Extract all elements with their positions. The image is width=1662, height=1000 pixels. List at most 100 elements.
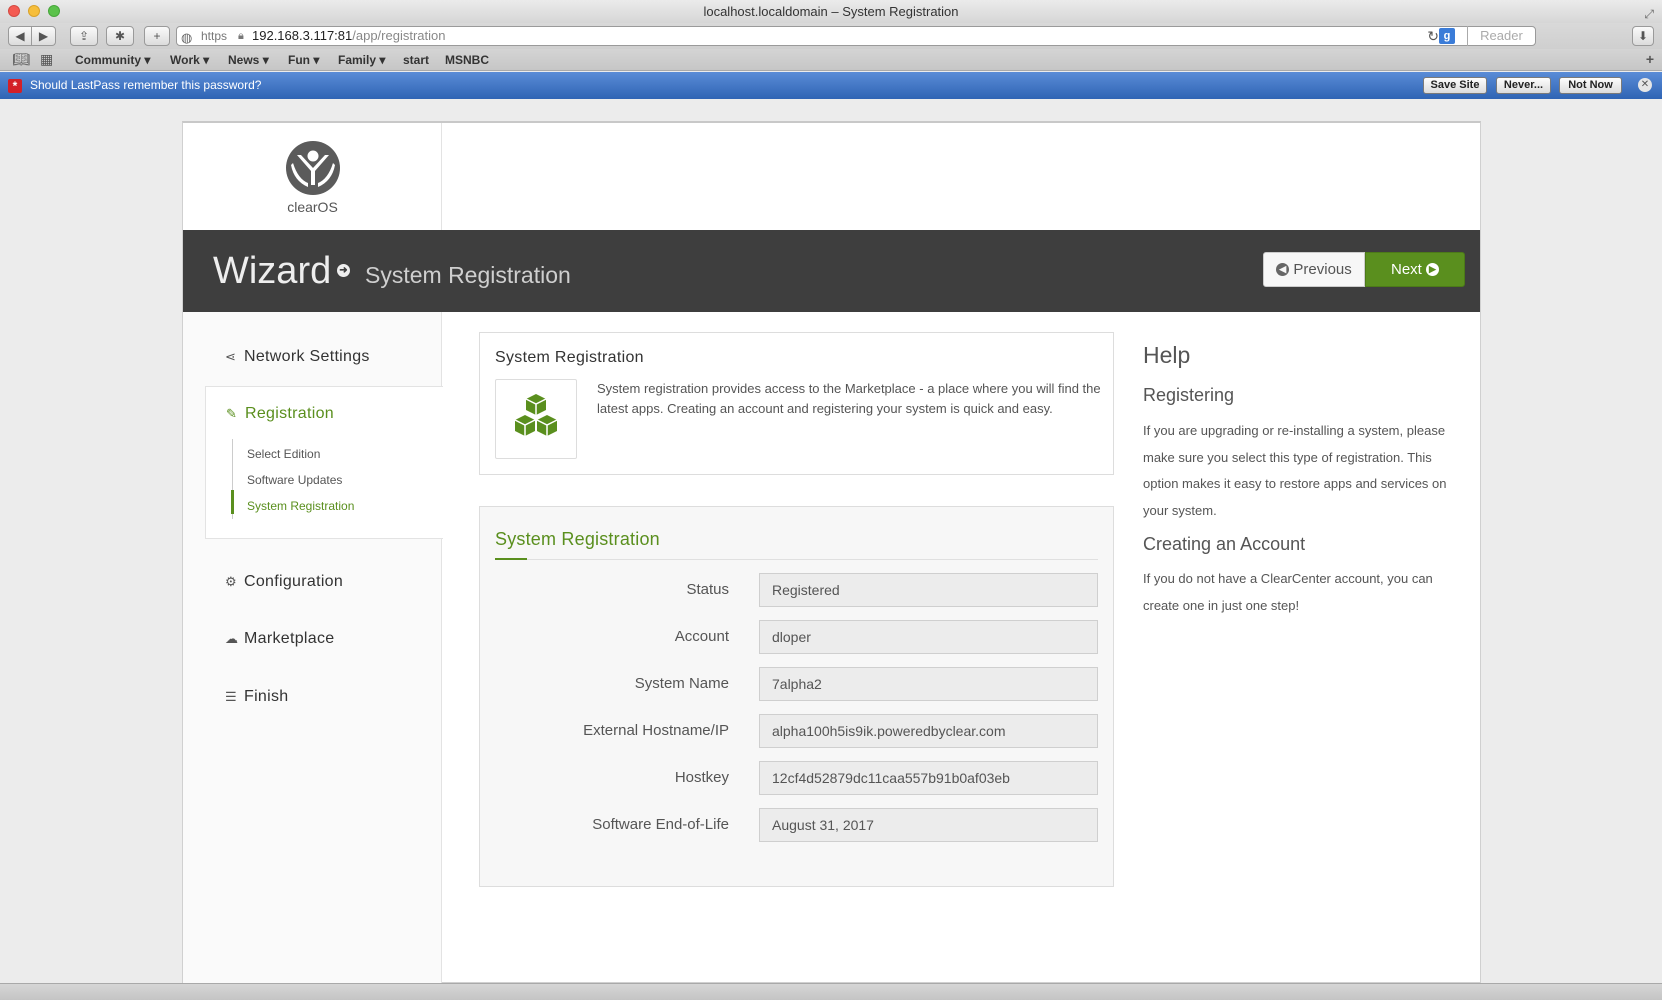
sidebar-item-network-settings[interactable]: ⋖ Network Settings — [225, 348, 370, 366]
arrow-right-circle-icon: ▶ — [1426, 262, 1439, 276]
app-icon-frame — [495, 379, 577, 459]
form-title: System Registration — [495, 529, 660, 549]
form-divider-accent — [495, 558, 527, 560]
sidebar-item-registration[interactable]: ✎ Registration — [226, 405, 334, 423]
lastpass-notification-bar: * Should LastPass remember this password… — [0, 72, 1662, 99]
hostname-field[interactable] — [759, 714, 1098, 748]
close-icon[interactable]: ✕ — [1638, 78, 1652, 92]
sidebar-item-label: Marketplace — [244, 630, 335, 647]
top-sites-grid-icon[interactable]: ▦ — [40, 51, 53, 68]
substep-software-updates[interactable]: Software Updates — [247, 473, 342, 487]
active-substep-marker — [231, 490, 234, 514]
help-heading-creating-account: Creating an Account — [1143, 534, 1306, 554]
account-field[interactable] — [759, 620, 1098, 654]
wizard-header: Wizard ➜ System Registration ◀ Previous … — [183, 230, 1480, 312]
status-field[interactable] — [759, 573, 1098, 607]
arrow-left-circle-icon: ◀ — [1276, 262, 1290, 276]
url-host: 192.168.3.117:81 — [252, 28, 353, 43]
gears-icon: ⚙ — [225, 574, 237, 589]
sidebar-item-marketplace[interactable]: ☁ Marketplace — [225, 630, 334, 648]
sidebar-item-label: Finish — [244, 688, 289, 705]
site-icon: ◍ — [181, 30, 193, 45]
substep-select-edition[interactable]: Select Edition — [247, 447, 320, 461]
lock-icon: 🔒︎ — [238, 30, 244, 42]
back-button[interactable]: ◀ — [8, 26, 32, 46]
list-icon: ☰ — [225, 689, 237, 704]
next-button[interactable]: Next ▶ — [1365, 252, 1465, 287]
status-bar — [0, 983, 1662, 1000]
app-frame: clearOS Wizard ➜ System Registration ◀ P… — [182, 121, 1481, 983]
page-viewport: clearOS Wizard ➜ System Registration ◀ P… — [0, 99, 1662, 983]
wizard-sidebar: ⋖ Network Settings ✎ Registration Select E… — [183, 312, 443, 983]
share-icon: ⋖ — [225, 349, 237, 364]
close-window-button[interactable] — [8, 5, 20, 17]
next-label: Next — [1390, 261, 1422, 278]
bookmark-msnbc[interactable]: MSNBC — [445, 53, 489, 67]
bookmark-start[interactable]: start — [403, 53, 429, 67]
sidebar-item-label: Registration — [245, 405, 334, 422]
bookmarks-bar: 📖︎ ▦ Community ▾ Work ▾ News ▾ Fun ▾ Fam… — [0, 49, 1662, 71]
browser-toolbar: ◀ ▶ ⇪ ✱ + ◍ https 🔒︎ 192.168.3.117:81/ap… — [0, 23, 1662, 49]
help-text-registering: If you are upgrading or re-installing a … — [1143, 423, 1447, 518]
registration-form: System Registration Status Account Syste… — [479, 506, 1114, 887]
account-label: Account — [674, 628, 729, 645]
new-tab-button[interactable]: + — [144, 26, 170, 46]
logo-text: clearOS — [287, 199, 338, 215]
hostkey-label: Hostkey — [674, 769, 729, 786]
status-label: Status — [686, 581, 729, 598]
url-text[interactable]: 192.168.3.117:81/app/registration — [252, 27, 445, 45]
window-title: localhost.localdomain – System Registrat… — [703, 4, 959, 19]
previous-button[interactable]: ◀ Previous — [1263, 252, 1365, 287]
form-divider — [495, 559, 1098, 560]
page-subtitle: System Registration — [365, 262, 571, 288]
reader-button[interactable]: Reader — [1467, 26, 1535, 46]
lastpass-message: Should LastPass remember this password? — [30, 78, 262, 92]
not-now-button[interactable]: Not Now — [1559, 77, 1622, 94]
bookmark-news[interactable]: News ▾ — [228, 53, 269, 67]
help-heading-registering: Registering — [1143, 385, 1235, 405]
extensions-button[interactable]: ✱ — [106, 26, 134, 46]
end-of-life-field[interactable] — [759, 808, 1098, 842]
system-name-label: System Name — [634, 675, 729, 692]
url-path: /app/registration — [352, 28, 446, 43]
sidebar-item-label: Configuration — [244, 573, 344, 590]
sidebar-item-label: Network Settings — [244, 348, 370, 365]
bookmarks-book-icon[interactable]: 📖︎ — [12, 51, 30, 68]
arrow-right-circle-icon: ➜ — [337, 264, 350, 277]
address-bar[interactable]: ◍ https 🔒︎ 192.168.3.117:81/app/registra… — [176, 26, 1536, 46]
sidebar-item-finish[interactable]: ☰ Finish — [225, 688, 288, 706]
clearos-logo-icon[interactable] — [286, 141, 340, 195]
intro-description: System registration provides access to t… — [597, 381, 1101, 416]
cubes-icon — [514, 394, 558, 436]
lastpass-icon: * — [8, 79, 22, 93]
never-button[interactable]: Never... — [1496, 77, 1551, 94]
share-button[interactable]: ⇪ — [70, 26, 98, 46]
logo-area: clearOS — [183, 123, 442, 230]
end-of-life-label: Software End-of-Life — [592, 816, 729, 833]
hostname-label: External Hostname/IP — [583, 722, 729, 739]
sidebar-registration-panel: ✎ Registration Select Edition Software Up… — [205, 386, 443, 539]
save-site-button[interactable]: Save Site — [1423, 77, 1487, 94]
bookmark-family[interactable]: Family ▾ — [338, 53, 385, 67]
system-name-field[interactable] — [759, 667, 1098, 701]
reload-icon[interactable]: ↻ — [1427, 27, 1439, 45]
bookmark-work[interactable]: Work ▾ — [170, 53, 209, 67]
substep-system-registration[interactable]: System Registration — [247, 499, 354, 513]
search-engine-icon[interactable]: g — [1439, 28, 1455, 44]
bookmark-community[interactable]: Community ▾ — [75, 53, 150, 67]
forward-button[interactable]: ▶ — [32, 26, 56, 46]
previous-label: Previous — [1293, 261, 1352, 278]
pencil-icon: ✎ — [226, 406, 238, 421]
add-bookmark-icon[interactable]: + — [1646, 51, 1654, 67]
zoom-window-button[interactable] — [48, 5, 60, 17]
page-title: Wizard — [213, 250, 332, 292]
help-title: Help — [1143, 342, 1191, 368]
downloads-button[interactable]: ⬇ — [1632, 26, 1654, 46]
intro-title: System Registration — [495, 349, 644, 366]
minimize-window-button[interactable] — [28, 5, 40, 17]
window-titlebar: localhost.localdomain – System Registrat… — [0, 0, 1662, 23]
sidebar-item-configuration[interactable]: ⚙ Configuration — [225, 573, 343, 591]
hostkey-field[interactable] — [759, 761, 1098, 795]
intro-panel: System Registration System registration — [479, 332, 1114, 475]
bookmark-fun[interactable]: Fun ▾ — [288, 53, 319, 67]
